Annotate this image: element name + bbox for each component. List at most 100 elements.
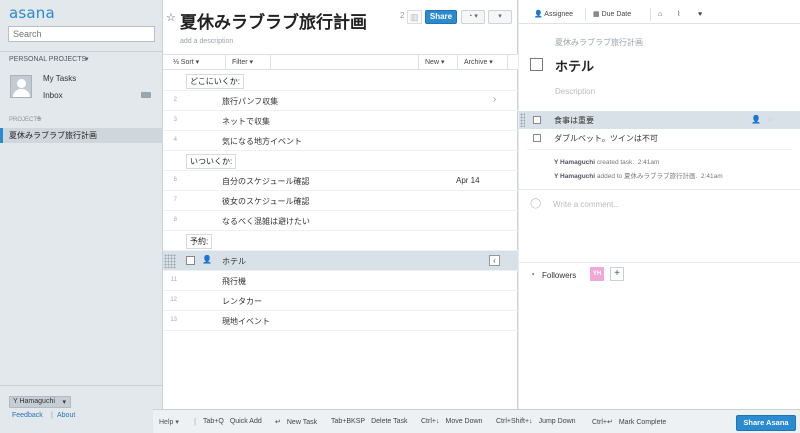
drag-handle[interactable]	[520, 113, 525, 127]
divider	[527, 149, 792, 150]
sort-label: Sort	[180, 59, 194, 66]
project-description-field[interactable]: add a description	[180, 38, 233, 45]
help-menu[interactable]: Help ▾	[159, 418, 179, 426]
task-row[interactable]: 6 自分のスケジュール確認 Apr 14	[163, 171, 518, 191]
description-field[interactable]: Description	[555, 87, 595, 96]
activity-user[interactable]: Y Hamaguchi	[554, 173, 595, 180]
archive-label: Archive	[464, 59, 488, 66]
task-row-selected[interactable]: 👤 ホテル ‹	[163, 251, 518, 271]
add-follower-button[interactable]: +	[610, 267, 624, 281]
subtask-checkbox[interactable]	[533, 116, 541, 124]
activity-user[interactable]: Y Hamaguchi	[554, 159, 595, 166]
task-checkbox[interactable]	[186, 256, 195, 265]
task-row[interactable]: 7 彼女のスケジュール確認	[163, 191, 518, 211]
rss-dropdown-button[interactable]: ◔ ▾	[461, 10, 485, 24]
project-title[interactable]: 夏休みラブラブ旅行計画	[180, 8, 367, 33]
shortcut-action: Quick Add	[229, 418, 262, 425]
task-row[interactable]: 8 なるべく混雑は避けたい	[163, 211, 518, 231]
due-date-button[interactable]: ▦ Due Date	[589, 6, 635, 23]
drag-handle[interactable]	[164, 254, 176, 268]
section-title[interactable]: いついくか:	[186, 154, 237, 169]
due-date-label: Due Date	[601, 11, 632, 18]
subtask-checkbox[interactable]	[533, 134, 541, 142]
members-icon[interactable]: ▥	[407, 10, 422, 24]
assignee-icon[interactable]: 👤	[202, 255, 212, 264]
task-title-field[interactable]: ホテル	[555, 56, 594, 75]
task-title[interactable]: ネットで収集	[222, 116, 270, 127]
about-link[interactable]: About	[57, 412, 75, 419]
shortcut-new-task: ↵ New Task	[275, 418, 317, 426]
shortcut-mark-complete: Ctrl+↵ Mark Complete	[592, 418, 666, 426]
chevron-down-icon[interactable]: ▾	[85, 55, 89, 63]
activity-item: Y Hamaguchi added to 夏休みラブラブ旅行計画. 2:41am	[554, 170, 723, 180]
task-row[interactable]: 2 旅行パンフ収集 ›	[163, 91, 518, 111]
help-label: Help	[159, 419, 174, 426]
task-title[interactable]: ホテル	[222, 256, 246, 267]
activity-time: 2:41am	[637, 159, 660, 166]
assignee-button[interactable]: 👤 Assignee	[530, 6, 577, 23]
new-button[interactable]: New ▾	[418, 55, 458, 70]
more-options-button[interactable]: ▾	[488, 10, 512, 24]
asana-logo[interactable]: asana	[9, 4, 55, 22]
section-row[interactable]: 予約:	[163, 231, 518, 251]
follower-avatar[interactable]: YH	[590, 267, 604, 281]
subtask-title[interactable]: ダブルベット。ツインは不可	[554, 133, 658, 144]
task-detail-pane: 👤 Assignee ▦ Due Date ⌂ ⌇ ♥ 夏休みラブラブ旅行計画 …	[519, 0, 800, 409]
add-project-icon[interactable]: +	[36, 114, 42, 125]
personal-projects-header[interactable]: PERSONAL PROJECTS	[9, 56, 86, 63]
section-title[interactable]: 予約:	[186, 234, 213, 249]
heart-icon[interactable]: ♥	[694, 6, 706, 23]
section-row[interactable]: どこにいくか:	[163, 71, 518, 91]
task-title[interactable]: 飛行機	[222, 276, 246, 287]
search-input[interactable]	[8, 26, 155, 42]
archive-button[interactable]: Archive ▾	[458, 55, 508, 70]
task-title[interactable]: レンタカー	[222, 296, 262, 307]
task-project-link[interactable]: 夏休みラブラブ旅行計画	[555, 37, 643, 48]
feedback-link[interactable]: Feedback	[12, 412, 43, 419]
comment-input[interactable]: Write a comment...	[553, 200, 620, 209]
subtask-row[interactable]: 食事は重要 👤 ◌	[519, 111, 800, 129]
sidebar-item-project[interactable]: 夏休みラブラブ旅行計画	[0, 128, 163, 143]
task-title[interactable]: 現地イベント	[222, 316, 270, 327]
person-icon[interactable]: 👤	[751, 115, 761, 124]
sort-icon: ⅓	[173, 59, 181, 66]
due-date[interactable]: Apr 14	[456, 176, 480, 185]
task-row[interactable]: 4 気になる地方イベント	[163, 131, 518, 151]
task-row[interactable]: 3 ネットで収集	[163, 111, 518, 131]
comment-icon[interactable]: ◌	[768, 115, 773, 124]
subtask-title[interactable]: 食事は重要	[554, 115, 594, 126]
section-row[interactable]: いついくか:	[163, 151, 518, 171]
my-tasks-link[interactable]: My Tasks	[43, 74, 76, 83]
user-menu-button[interactable]: Y Hamaguchi ▾	[9, 396, 71, 408]
task-title[interactable]: 自分のスケジュール確認	[222, 176, 309, 187]
task-title[interactable]: なるべく混雑は避けたい	[222, 216, 310, 227]
task-title[interactable]: 彼女のスケジュール確認	[222, 196, 309, 207]
collapse-detail-button[interactable]: ‹	[489, 255, 500, 266]
task-row[interactable]: 12 レンタカー	[163, 291, 518, 311]
section-title[interactable]: どこにいくか:	[186, 74, 244, 89]
activity-time: 2:41am	[700, 173, 723, 180]
task-title[interactable]: 旅行パンフ収集	[222, 96, 278, 107]
sort-button[interactable]: ⅓ Sort ▾	[163, 55, 226, 70]
share-asana-button[interactable]: Share Asana	[736, 415, 796, 431]
task-complete-checkbox[interactable]	[530, 58, 543, 71]
comment-icon: ◯	[530, 198, 542, 209]
star-icon[interactable]: ☆	[166, 11, 176, 24]
filter-label: Filter	[232, 59, 248, 66]
avatar[interactable]	[10, 75, 32, 98]
task-row[interactable]: 11 飛行機	[163, 271, 518, 291]
task-row[interactable]: 13 現地イベント	[163, 311, 518, 331]
filter-button[interactable]: Filter ▾	[226, 55, 271, 70]
share-button[interactable]: Share	[425, 10, 457, 24]
paperclip-icon[interactable]: ⌇	[673, 6, 684, 23]
subtask-row[interactable]: ダブルベット。ツインは不可	[519, 129, 800, 147]
inbox-icon[interactable]	[141, 92, 151, 98]
activity-text: created task.	[596, 159, 635, 166]
divider: |	[51, 412, 53, 419]
tag-icon[interactable]: ⌂	[654, 6, 666, 23]
task-title[interactable]: 気になる地方イベント	[222, 136, 302, 147]
inbox-link[interactable]: Inbox	[43, 91, 63, 100]
person-icon: 👤	[534, 11, 545, 18]
divider	[650, 8, 651, 21]
chevron-right-icon[interactable]: ›	[493, 94, 496, 105]
